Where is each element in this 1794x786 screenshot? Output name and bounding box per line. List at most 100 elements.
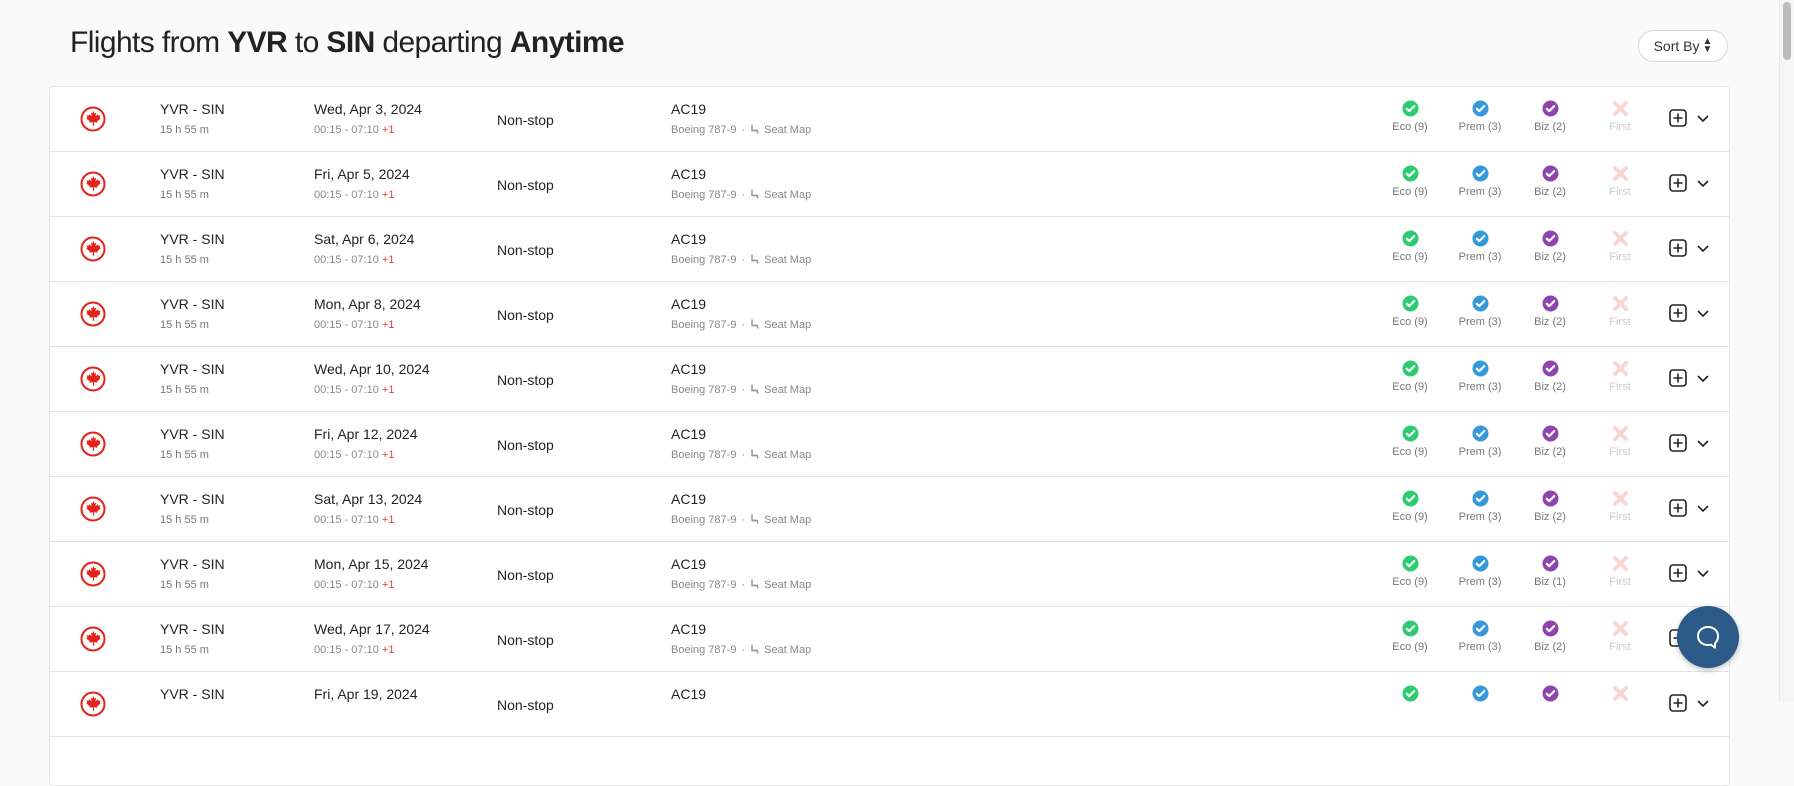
sort-by-button[interactable]: Sort By ▲ ▼ xyxy=(1638,30,1728,62)
cabin-economy[interactable]: Eco (9) xyxy=(1375,165,1445,198)
business-available-icon xyxy=(1542,620,1558,637)
seat-map-link[interactable]: Seat Map xyxy=(750,644,811,656)
cabin-premium[interactable]: Prem (3) xyxy=(1445,360,1515,393)
title-destination: SIN xyxy=(326,26,375,59)
cabin-premium[interactable] xyxy=(1445,685,1515,706)
chevron-down-icon[interactable] xyxy=(1696,241,1710,255)
plus-square-icon[interactable] xyxy=(1669,239,1687,257)
cabin-business[interactable]: Biz (2) xyxy=(1515,620,1585,653)
flight-row[interactable]: YVR - SIN 15 h 55 m Sat, Apr 6, 2024 00:… xyxy=(50,217,1729,282)
economy-label: Eco (9) xyxy=(1392,511,1428,523)
chevron-down-icon[interactable] xyxy=(1696,371,1710,385)
flight-row[interactable]: YVR - SIN 15 h 55 m Mon, Apr 15, 2024 00… xyxy=(50,542,1729,607)
chevron-down-icon[interactable] xyxy=(1696,566,1710,580)
economy-available-icon xyxy=(1402,685,1418,702)
time-range: 00:15 - 07:10 xyxy=(314,579,379,591)
chevron-down-icon[interactable] xyxy=(1696,436,1710,450)
cabin-business[interactable]: Biz (2) xyxy=(1515,100,1585,133)
cabin-business[interactable]: Biz (2) xyxy=(1515,490,1585,523)
cabin-premium[interactable]: Prem (3) xyxy=(1445,165,1515,198)
flight-row[interactable]: YVR - SIN 15 h 55 m Sat, Apr 13, 2024 00… xyxy=(50,477,1729,542)
cabin-premium[interactable]: Prem (3) xyxy=(1445,295,1515,328)
cabin-business[interactable]: Biz (2) xyxy=(1515,295,1585,328)
premium-label: Prem (3) xyxy=(1458,511,1502,523)
seat-map-link[interactable]: Seat Map xyxy=(750,189,811,201)
flight-times: 00:15 - 07:10 +1 xyxy=(314,124,394,136)
flight-row[interactable]: YVR - SIN Fri, Apr 19, 2024 Non-stop AC1… xyxy=(50,672,1729,737)
seat-map-label: Seat Map xyxy=(764,124,812,136)
chevron-down-icon[interactable] xyxy=(1696,501,1710,515)
flight-row[interactable]: YVR - SIN 15 h 55 m Wed, Apr 17, 2024 00… xyxy=(50,607,1729,672)
chevron-down-icon[interactable] xyxy=(1696,696,1710,710)
cabin-first: First xyxy=(1585,425,1655,458)
plus-square-icon[interactable] xyxy=(1669,564,1687,582)
cabin-economy[interactable]: Eco (9) xyxy=(1375,555,1445,588)
plus-square-icon[interactable] xyxy=(1669,499,1687,517)
cabin-business[interactable]: Biz (2) xyxy=(1515,360,1585,393)
scrollbar-thumb[interactable] xyxy=(1783,2,1791,60)
seat-icon xyxy=(751,189,759,199)
seat-map-link[interactable]: Seat Map xyxy=(750,579,811,591)
route: YVR - SIN xyxy=(160,231,225,247)
chat-button[interactable] xyxy=(1677,606,1739,668)
plus-square-icon[interactable] xyxy=(1669,434,1687,452)
cabin-economy[interactable]: Eco (9) xyxy=(1375,100,1445,133)
cabin-economy[interactable]: Eco (9) xyxy=(1375,230,1445,263)
cabin-economy[interactable]: Eco (9) xyxy=(1375,490,1445,523)
stops: Non-stop xyxy=(497,697,554,713)
scrollbar-track[interactable] xyxy=(1779,0,1794,702)
seat-map-link[interactable]: Seat Map xyxy=(750,254,811,266)
chevron-down-icon[interactable] xyxy=(1696,306,1710,320)
cabin-premium[interactable]: Prem (3) xyxy=(1445,555,1515,588)
cabin-business[interactable] xyxy=(1515,685,1585,706)
day-offset: +1 xyxy=(381,579,395,591)
flight-row[interactable]: YVR - SIN 15 h 55 m Fri, Apr 5, 2024 00:… xyxy=(50,152,1729,217)
flight-row[interactable]: YVR - SIN 15 h 55 m Mon, Apr 8, 2024 00:… xyxy=(50,282,1729,347)
cabin-economy[interactable]: Eco (9) xyxy=(1375,295,1445,328)
chevron-down-icon[interactable] xyxy=(1696,111,1710,125)
cabin-business[interactable]: Biz (2) xyxy=(1515,425,1585,458)
cabin-premium[interactable]: Prem (3) xyxy=(1445,425,1515,458)
air-canada-logo-icon xyxy=(80,106,106,132)
cabin-business[interactable]: Biz (2) xyxy=(1515,165,1585,198)
departure-date: Mon, Apr 8, 2024 xyxy=(314,296,421,312)
seat-map-link[interactable]: Seat Map xyxy=(750,449,811,461)
economy-available-icon xyxy=(1402,555,1418,572)
cabin-first: First xyxy=(1585,555,1655,588)
flight-times: 00:15 - 07:10 +1 xyxy=(314,319,394,331)
title-departure: Anytime xyxy=(509,26,625,59)
cabin-economy[interactable]: Eco (9) xyxy=(1375,620,1445,653)
plus-square-icon[interactable] xyxy=(1669,369,1687,387)
time-range: 00:15 - 07:10 xyxy=(314,384,379,396)
seat-map-link[interactable]: Seat Map xyxy=(750,124,811,136)
seat-icon xyxy=(751,579,759,589)
plus-square-icon[interactable] xyxy=(1669,109,1687,127)
seat-map-link[interactable]: Seat Map xyxy=(750,319,811,331)
chevron-down-icon[interactable] xyxy=(1696,176,1710,190)
cabin-premium[interactable]: Prem (3) xyxy=(1445,490,1515,523)
flight-row[interactable]: YVR - SIN 15 h 55 m Fri, Apr 12, 2024 00… xyxy=(50,412,1729,477)
seat-map-link[interactable]: Seat Map xyxy=(750,384,811,396)
flight-times: 00:15 - 07:10 +1 xyxy=(314,514,394,526)
business-label: Biz (2) xyxy=(1534,121,1566,133)
aircraft-type: Boeing 787-9 xyxy=(671,579,737,591)
day-offset: +1 xyxy=(381,124,395,136)
cabin-economy[interactable] xyxy=(1375,685,1445,706)
departure-date: Fri, Apr 12, 2024 xyxy=(314,426,418,442)
time-range: 00:15 - 07:10 xyxy=(314,189,379,201)
cabin-economy[interactable]: Eco (9) xyxy=(1375,425,1445,458)
title-origin: YVR xyxy=(227,26,288,59)
plus-square-icon[interactable] xyxy=(1669,304,1687,322)
day-offset: +1 xyxy=(381,514,395,526)
cabin-premium[interactable]: Prem (3) xyxy=(1445,100,1515,133)
cabin-premium[interactable]: Prem (3) xyxy=(1445,230,1515,263)
plus-square-icon[interactable] xyxy=(1669,694,1687,712)
flight-row[interactable]: YVR - SIN 15 h 55 m Wed, Apr 10, 2024 00… xyxy=(50,347,1729,412)
flight-row[interactable]: YVR - SIN 15 h 55 m Wed, Apr 3, 2024 00:… xyxy=(50,87,1729,152)
seat-map-link[interactable]: Seat Map xyxy=(750,514,811,526)
cabin-business[interactable]: Biz (1) xyxy=(1515,555,1585,588)
plus-square-icon[interactable] xyxy=(1669,174,1687,192)
cabin-premium[interactable]: Prem (3) xyxy=(1445,620,1515,653)
cabin-business[interactable]: Biz (2) xyxy=(1515,230,1585,263)
cabin-economy[interactable]: Eco (9) xyxy=(1375,360,1445,393)
